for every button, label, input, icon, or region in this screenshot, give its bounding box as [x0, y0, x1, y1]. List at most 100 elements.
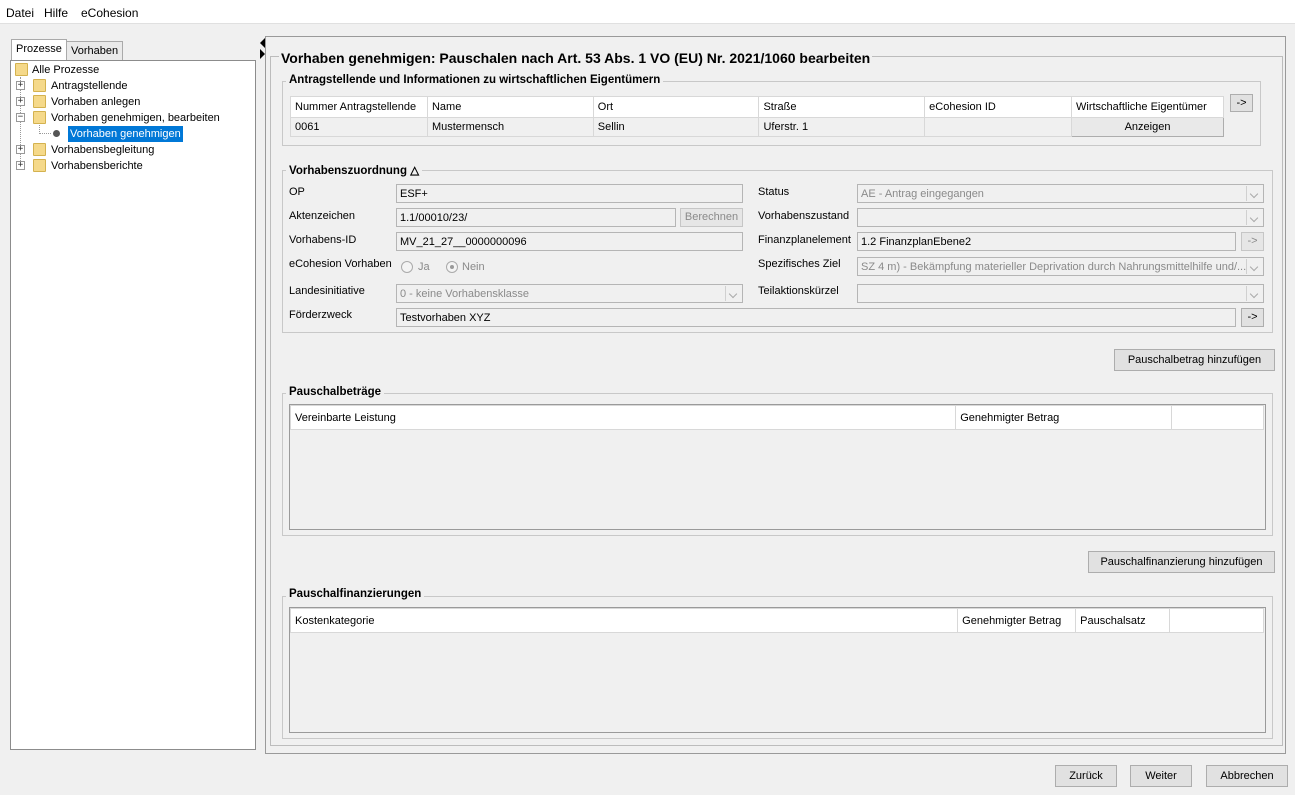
nein-label: Nein: [462, 261, 485, 273]
col-header[interactable]: [1171, 405, 1264, 430]
foerderzweck-field[interactable]: Testvorhaben XYZ: [396, 308, 1236, 327]
op-label: OP: [289, 186, 305, 198]
foerderzweck-label: Förderzweck: [289, 309, 352, 321]
collapse-triangle-icon[interactable]: △: [410, 165, 419, 177]
col-header[interactable]: Straße: [758, 96, 926, 118]
col-header[interactable]: Ort: [592, 96, 760, 118]
finanzplan-arrow-button[interactable]: ->: [1241, 232, 1264, 251]
vorhabens-id-field[interactable]: MV_21_27__0000000096: [396, 232, 743, 251]
process-tree: Alle Prozesse + Antragstellende + Vorhab…: [10, 60, 256, 750]
status-select[interactable]: AE - Antrag eingegangen: [857, 184, 1264, 203]
zuordnung-title-text: Vorhabenszuordnung: [289, 165, 407, 177]
menu-ecohesion[interactable]: eCohesion: [81, 6, 138, 20]
chevron-down-icon[interactable]: [725, 286, 741, 301]
finanzplan-field[interactable]: 1.2 FinanzplanEbene2: [857, 232, 1236, 251]
landesinitiative-value: 0 - keine Vorhabensklasse: [400, 288, 530, 300]
back-button[interactable]: Zurück: [1055, 765, 1117, 787]
teilaktion-label: Teilaktionskürzel: [758, 285, 839, 297]
finanzplan-label: Finanzplanelement: [758, 234, 851, 246]
col-header[interactable]: eCohesion ID: [924, 96, 1072, 118]
antrag-group-title: Antragstellende und Informationen zu wir…: [286, 74, 664, 86]
landesinitiative-select[interactable]: 0 - keine Vorhabensklasse: [396, 284, 743, 303]
expand-icon[interactable]: +: [16, 97, 25, 106]
cell-nummer[interactable]: 0061: [290, 117, 428, 137]
col-header[interactable]: [1169, 608, 1264, 633]
nein-radio[interactable]: [446, 261, 458, 273]
antrag-table: Nummer Antragstellende Name Ort Straße e…: [290, 96, 1224, 137]
table-header-row: Vereinbarte Leistung Genehmigter Betrag: [289, 405, 1264, 430]
cell-ort[interactable]: Sellin: [592, 117, 760, 137]
folder-icon: [33, 111, 46, 124]
tree-item-vorhabensberichte[interactable]: Vorhabensberichte: [51, 158, 143, 174]
menu-bar: Datei Hilfe eCohesion: [0, 0, 1295, 24]
cell-strasse[interactable]: Uferstr. 1: [758, 117, 926, 137]
cancel-button[interactable]: Abbrechen: [1206, 765, 1288, 787]
tab-prozesse[interactable]: Prozesse: [11, 39, 67, 60]
col-header[interactable]: Vereinbarte Leistung: [289, 405, 957, 430]
next-button[interactable]: Weiter: [1130, 765, 1192, 787]
zuordnung-group-title: Vorhabenszuordnung △: [286, 163, 423, 177]
menu-datei[interactable]: Datei: [6, 6, 34, 20]
ziel-value: SZ 4 m) - Bekämpfung materieller Depriva…: [861, 261, 1247, 273]
expand-icon[interactable]: +: [16, 161, 25, 170]
tree-root[interactable]: Alle Prozesse: [32, 62, 99, 78]
folder-icon: [33, 143, 46, 156]
chevron-down-icon[interactable]: [1246, 210, 1262, 225]
folder-icon: [33, 95, 46, 108]
foerderzweck-arrow-button[interactable]: ->: [1241, 308, 1264, 327]
expand-icon[interactable]: +: [16, 145, 25, 154]
page-title: Vorhaben genehmigen: Pauschalen nach Art…: [279, 50, 873, 66]
add-pauschalfinanzierung-button[interactable]: Pauschalfinanzierung hinzufügen: [1088, 551, 1275, 573]
table-header-row: Kostenkategorie Genehmigter Betrag Pausc…: [289, 608, 1264, 633]
col-header[interactable]: Nummer Antragstellende: [290, 96, 428, 118]
ja-label: Ja: [418, 261, 430, 273]
aktenzeichen-label: Aktenzeichen: [289, 210, 356, 222]
teilaktion-select[interactable]: [857, 284, 1264, 303]
ziel-select[interactable]: SZ 4 m) - Bekämpfung materieller Depriva…: [857, 257, 1264, 276]
landesinitiative-label: Landesinitiative: [289, 285, 365, 297]
chevron-down-icon[interactable]: [1246, 286, 1262, 301]
collapse-icon[interactable]: −: [16, 113, 25, 122]
col-header[interactable]: Wirtschaftliche Eigentümer: [1071, 96, 1224, 118]
status-label: Status: [758, 186, 790, 198]
tab-vorhaben[interactable]: Vorhaben: [66, 41, 124, 60]
ziel-label: Spezifisches Ziel: [758, 258, 841, 270]
folder-icon: [33, 79, 46, 92]
col-header[interactable]: Pauschalsatz: [1075, 608, 1171, 633]
op-field[interactable]: ESF+: [396, 184, 743, 203]
tree-guide-line: [39, 133, 51, 134]
status-value: AE - Antrag eingegangen: [861, 188, 984, 200]
ecohesion-label: eCohesion Vorhaben: [289, 258, 392, 270]
folder-icon: [33, 159, 46, 172]
berechnen-button[interactable]: Berechnen: [680, 208, 743, 227]
tree-item-vorhaben-anlegen[interactable]: Vorhaben anlegen: [51, 94, 140, 110]
pauschal-group-title: Pauschalbeträge: [286, 386, 385, 398]
zustand-select[interactable]: [857, 208, 1264, 227]
table-row[interactable]: 0061 Mustermensch Sellin Uferstr. 1 Anze…: [290, 117, 1224, 137]
menu-hilfe[interactable]: Hilfe: [44, 6, 68, 20]
finanz-table: Kostenkategorie Genehmigter Betrag Pausc…: [289, 608, 1264, 633]
chevron-down-icon[interactable]: [1246, 186, 1262, 201]
col-header[interactable]: Kostenkategorie: [289, 608, 959, 633]
col-header[interactable]: Genehmigter Betrag: [955, 405, 1173, 430]
tree-item-antragstellende[interactable]: Antragstellende: [51, 78, 127, 94]
add-pauschalbetrag-button[interactable]: Pauschalbetrag hinzufügen: [1114, 349, 1275, 371]
cell-ecohesion-id[interactable]: [924, 117, 1072, 137]
table-header-row: Nummer Antragstellende Name Ort Straße e…: [290, 96, 1224, 118]
folder-icon: [15, 63, 28, 76]
anzeigen-button[interactable]: Anzeigen: [1071, 117, 1224, 137]
tree-item-vorhaben-genehmigen[interactable]: Vorhaben genehmigen: [68, 126, 183, 142]
vorhabens-id-label: Vorhabens-ID: [289, 234, 357, 246]
col-header[interactable]: Name: [426, 96, 594, 118]
ja-radio[interactable]: [401, 261, 413, 273]
process-node-icon: [53, 130, 60, 137]
tree-item-vorhaben-genehmigen-bearbeiten[interactable]: Vorhaben genehmigen, bearbeiten: [51, 110, 220, 126]
expand-icon[interactable]: +: [16, 81, 25, 90]
cell-name[interactable]: Mustermensch: [426, 117, 594, 137]
aktenzeichen-field[interactable]: 1.1/00010/23/: [396, 208, 676, 227]
zustand-label: Vorhabenszustand: [758, 210, 850, 222]
chevron-down-icon[interactable]: [1246, 259, 1262, 274]
antrag-arrow-button[interactable]: ->: [1230, 94, 1253, 112]
tree-item-vorhabensbegleitung[interactable]: Vorhabensbegleitung: [51, 142, 154, 158]
col-header[interactable]: Genehmigter Betrag: [957, 608, 1077, 633]
